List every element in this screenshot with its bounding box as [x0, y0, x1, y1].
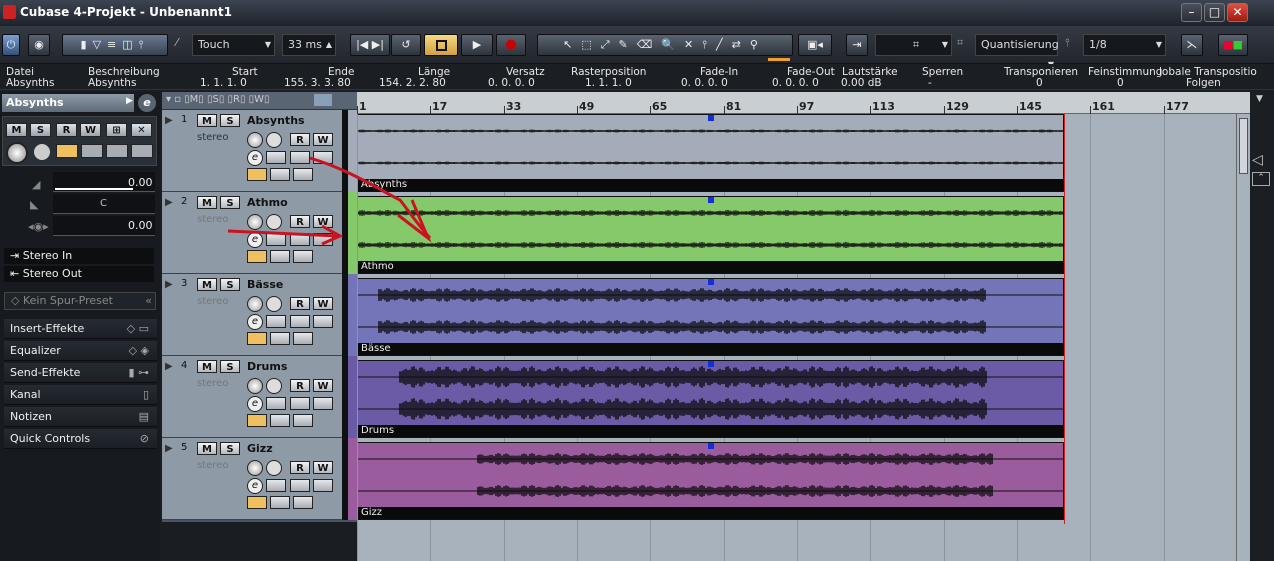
zoom-slider-icon[interactable]: ◁: [1252, 152, 1263, 168]
annotation-arrows: [227, 156, 432, 246]
zoom-controls: ▼ ◁ ⌃: [1250, 92, 1274, 561]
annotation-arrow-line: [227, 229, 339, 238]
zoom-up-button[interactable]: ⌃: [1252, 172, 1270, 186]
vertical-scrollbar[interactable]: [1236, 114, 1250, 561]
scroll-thumb[interactable]: [1239, 118, 1248, 174]
zoom-arrow-icon[interactable]: ▼: [1256, 94, 1263, 104]
